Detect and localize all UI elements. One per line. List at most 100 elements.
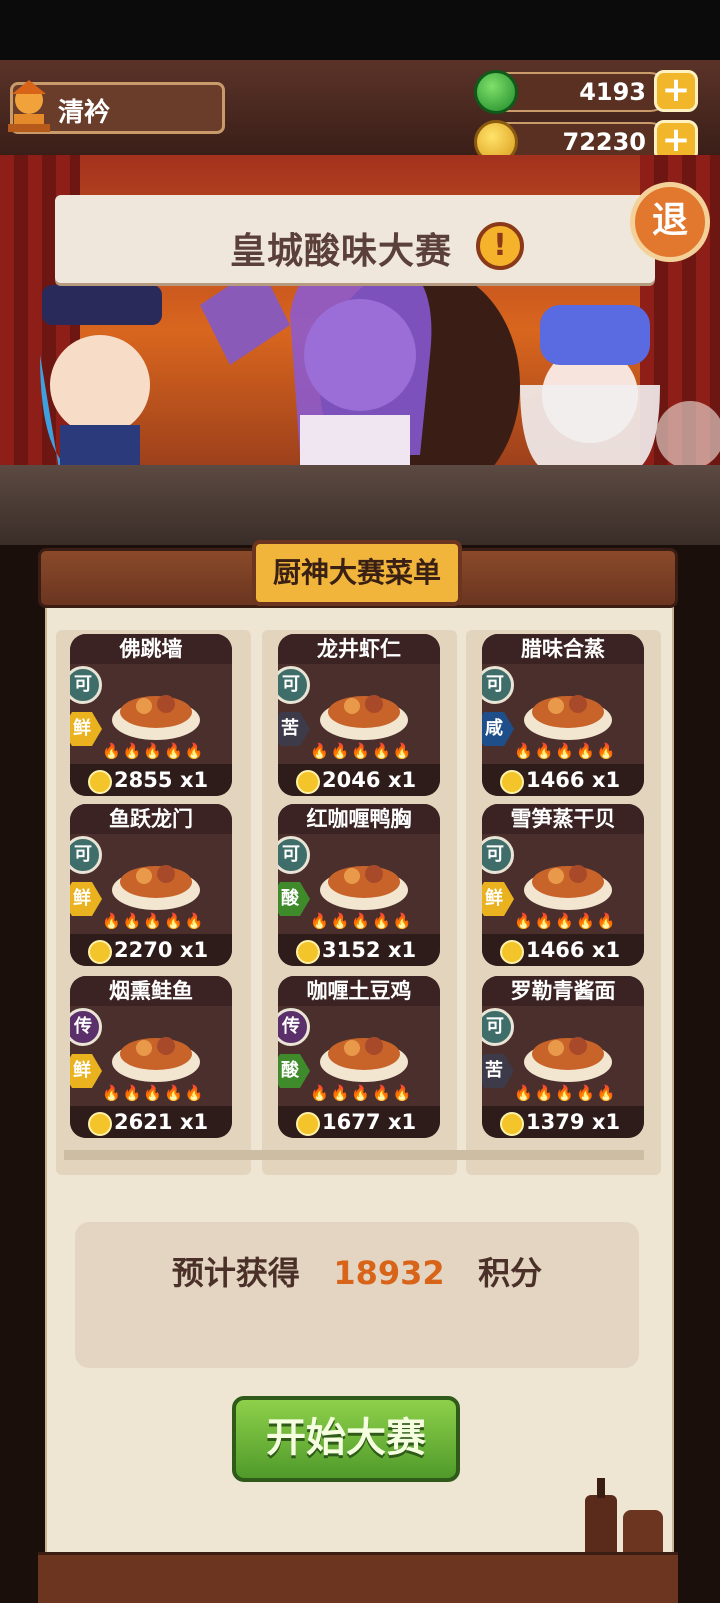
menu-title: 厨神大赛菜单 xyxy=(252,540,462,606)
taste-badge: 鲜 xyxy=(70,882,102,916)
dish-icon xyxy=(112,865,200,910)
dish-card[interactable]: 烟熏鲑鱼 🔥🔥🔥🔥🔥 2621 x1 传鲜 xyxy=(70,976,232,1138)
dish-quantity: x1 xyxy=(180,768,209,792)
dish-price: 2855 xyxy=(114,768,173,792)
dish-quantity: x1 xyxy=(388,768,417,792)
dish-card[interactable]: 罗勒青酱面 🔥🔥🔥🔥🔥 1379 x1 可苦 xyxy=(482,976,644,1138)
availability-badge: 可 xyxy=(482,666,514,704)
dish-quantity: x1 xyxy=(180,1110,209,1134)
dish-price: 2046 xyxy=(322,768,381,792)
dish-card[interactable]: 雪笋蒸干贝 🔥🔥🔥🔥🔥 1466 x1 可鲜 xyxy=(482,804,644,966)
taste-badge: 鲜 xyxy=(70,712,102,746)
availability-badge: 可 xyxy=(482,1008,514,1046)
dish-card[interactable]: 腊味合蒸 🔥🔥🔥🔥🔥 1466 x1 可咸 xyxy=(482,634,644,796)
dish-quantity: x1 xyxy=(388,1110,417,1134)
coin-icon xyxy=(88,940,112,964)
status-bar xyxy=(0,0,720,60)
coin-amount: 72230 xyxy=(562,128,647,156)
dish-name: 咖喱土豆鸡 xyxy=(278,976,440,1006)
dish-price: 1466 xyxy=(526,768,585,792)
availability-badge: 可 xyxy=(482,836,514,874)
score-prefix: 预计获得 xyxy=(171,1254,300,1292)
dish-icon xyxy=(112,695,200,740)
event-info-button[interactable]: ! xyxy=(476,222,524,270)
score-estimate-box xyxy=(75,1222,639,1368)
dish-quantity: x1 xyxy=(592,1110,621,1134)
dish-price: 1466 xyxy=(526,938,585,962)
heat-icon: 🔥🔥🔥🔥🔥 xyxy=(514,742,618,760)
heat-icon: 🔥🔥🔥🔥🔥 xyxy=(102,912,206,930)
coin-icon xyxy=(500,770,524,794)
dish-icon xyxy=(524,1037,612,1082)
coin-icon xyxy=(500,1112,524,1136)
panel-divider xyxy=(64,1150,644,1160)
dish-name: 罗勒青酱面 xyxy=(482,976,644,1006)
dish-card[interactable]: 咖喱土豆鸡 🔥🔥🔥🔥🔥 1677 x1 传酸 xyxy=(278,976,440,1138)
taste-badge: 酸 xyxy=(278,1054,310,1088)
coin-icon xyxy=(88,770,112,794)
add-jade-button[interactable]: + xyxy=(654,70,698,112)
availability-badge: 可 xyxy=(278,836,310,874)
dish-icon xyxy=(320,1037,408,1082)
dish-quantity: x1 xyxy=(592,768,621,792)
dish-price: 2621 xyxy=(114,1110,173,1134)
heat-icon: 🔥🔥🔥🔥🔥 xyxy=(514,912,618,930)
availability-badge: 传 xyxy=(278,1008,310,1046)
coin-icon xyxy=(88,1112,112,1136)
dish-card[interactable]: 龙井虾仁 🔥🔥🔥🔥🔥 2046 x1 可苦 xyxy=(278,634,440,796)
exit-button[interactable]: 退 xyxy=(630,182,710,262)
start-competition-button[interactable]: 开始大赛 xyxy=(232,1396,460,1482)
dish-name: 鱼跃龙门 xyxy=(70,804,232,834)
heat-icon: 🔥🔥🔥🔥🔥 xyxy=(310,742,414,760)
heat-icon: 🔥🔥🔥🔥🔥 xyxy=(310,1084,414,1102)
player-name: 清衿 xyxy=(58,98,111,128)
taste-badge: 苦 xyxy=(278,712,310,746)
dish-quantity: x1 xyxy=(592,938,621,962)
dish-card[interactable]: 佛跳墙 🔥🔥🔥🔥🔥 2855 x1 可鲜 xyxy=(70,634,232,796)
player-avatar-icon[interactable] xyxy=(4,74,54,134)
dish-price: 3152 xyxy=(322,938,381,962)
taste-badge: 鲜 xyxy=(70,1054,102,1088)
heat-icon: 🔥🔥🔥🔥🔥 xyxy=(514,1084,618,1102)
dish-name: 佛跳墙 xyxy=(70,634,232,664)
dish-quantity: x1 xyxy=(388,938,417,962)
dish-icon xyxy=(524,865,612,910)
dish-name: 红咖喱鸭胸 xyxy=(278,804,440,834)
score-estimate: 预计获得 18932 积分 xyxy=(75,1248,639,1294)
dish-icon xyxy=(112,1037,200,1082)
coin-icon xyxy=(296,940,320,964)
dish-price: 1677 xyxy=(322,1110,381,1134)
availability-badge: 可 xyxy=(278,666,310,704)
taste-badge: 咸 xyxy=(482,712,514,746)
score-suffix: 积分 xyxy=(478,1254,543,1292)
taste-badge: 鲜 xyxy=(482,882,514,916)
dish-name: 雪笋蒸干贝 xyxy=(482,804,644,834)
dish-icon xyxy=(320,695,408,740)
coin-icon xyxy=(500,940,524,964)
taste-badge: 酸 xyxy=(278,882,310,916)
event-title: 皇城酸味大赛 xyxy=(230,231,453,272)
dish-icon xyxy=(524,695,612,740)
dish-quantity: x1 xyxy=(180,938,209,962)
dish-card[interactable]: 鱼跃龙门 🔥🔥🔥🔥🔥 2270 x1 可鲜 xyxy=(70,804,232,966)
score-value: 18932 xyxy=(333,1254,445,1292)
coin-icon xyxy=(296,770,320,794)
dish-name: 烟熏鲑鱼 xyxy=(70,976,232,1006)
dish-name: 腊味合蒸 xyxy=(482,634,644,664)
availability-badge: 可 xyxy=(70,836,102,874)
coin-icon xyxy=(296,1112,320,1136)
availability-badge: 传 xyxy=(70,1008,102,1046)
bottom-bar xyxy=(38,1552,678,1603)
dish-price: 1379 xyxy=(526,1110,585,1134)
heat-icon: 🔥🔥🔥🔥🔥 xyxy=(102,742,206,760)
dish-price: 2270 xyxy=(114,938,173,962)
heat-icon: 🔥🔥🔥🔥🔥 xyxy=(310,912,414,930)
dish-name: 龙井虾仁 xyxy=(278,634,440,664)
bottles-decoration xyxy=(585,1478,663,1560)
dish-icon xyxy=(320,865,408,910)
heat-icon: 🔥🔥🔥🔥🔥 xyxy=(102,1084,206,1102)
jade-amount: 4193 xyxy=(579,78,646,106)
dish-card[interactable]: 红咖喱鸭胸 🔥🔥🔥🔥🔥 3152 x1 可酸 xyxy=(278,804,440,966)
taste-badge: 苦 xyxy=(482,1054,514,1088)
availability-badge: 可 xyxy=(70,666,102,704)
